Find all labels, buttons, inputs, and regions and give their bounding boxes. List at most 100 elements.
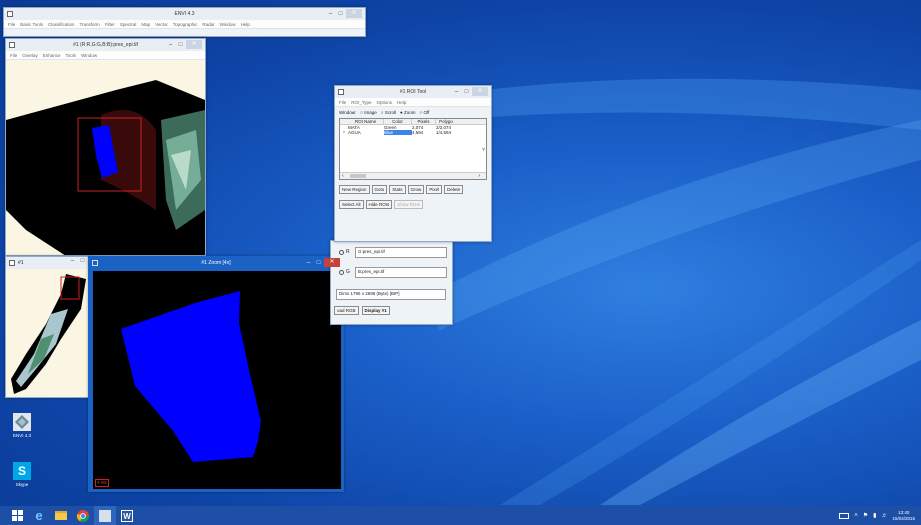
scroll-left-icon[interactable]: ‹ (342, 173, 344, 179)
menu-file[interactable]: File (8, 22, 15, 27)
windows-start-icon[interactable] (6, 506, 28, 525)
scroll-down-icon[interactable]: ˅ (482, 147, 485, 153)
delete-button[interactable]: Delete (444, 185, 464, 194)
roi-tool-window: #1 ROI Tool – □ ✕ File ROI_Type Options … (334, 85, 492, 242)
roi-buttons-row-2: Select All Hide ROIs Show ROIs (335, 194, 491, 209)
chevron-up-icon[interactable]: ˄ (854, 513, 858, 519)
clock[interactable]: 13:40 15/04/2015 (892, 510, 915, 522)
scroll-right-icon[interactable]: › (478, 173, 480, 179)
col-pixels: Pixels (412, 119, 436, 124)
chrome-icon[interactable] (72, 506, 94, 525)
scroll-window: #1 – □ (5, 256, 91, 398)
close-button[interactable]: ✕ (472, 87, 488, 96)
scroll-window-icon (9, 260, 15, 266)
menu-map[interactable]: Map (141, 22, 150, 27)
grow-button[interactable]: Grow (407, 185, 425, 194)
close-button[interactable]: ✕ (346, 9, 362, 18)
minimize-button[interactable]: – (326, 11, 335, 17)
menu-enhance[interactable]: Enhance (43, 53, 61, 58)
display-select-button[interactable]: Display #1 (361, 306, 390, 315)
menu-overlay[interactable]: Overlay (22, 53, 38, 58)
radio-image[interactable]: ○ Image (360, 110, 376, 115)
horizontal-scrollbar[interactable]: ‹ › (340, 172, 486, 179)
goto-button[interactable]: Goto (371, 185, 388, 194)
menu-filter[interactable]: Filter (105, 22, 115, 27)
window-label: Window: (339, 110, 357, 115)
radio-zoom[interactable]: ● Zoom (400, 110, 415, 115)
desktop-icon-envi[interactable]: ENVI 4.3 (9, 413, 35, 438)
maximize-button[interactable]: □ (336, 11, 345, 17)
minimize-button[interactable]: – (68, 258, 77, 264)
radio-r[interactable] (339, 249, 344, 255)
zoom-window: #1 Zoom [4x] – □ ✕ + ex (88, 256, 344, 492)
speaker-icon[interactable]: ♬ (881, 513, 887, 519)
minimize-button[interactable]: – (304, 260, 313, 266)
menu-file[interactable]: File (339, 100, 346, 105)
menu-radar[interactable]: Radar (202, 22, 214, 27)
skype-icon: S (13, 462, 31, 480)
maximize-button[interactable]: □ (176, 42, 185, 48)
band-r-field[interactable]: G:pres_epi.tif (355, 247, 447, 258)
keyboard-icon[interactable] (839, 512, 850, 519)
menu-options[interactable]: Options (377, 100, 393, 105)
minimize-button[interactable]: – (166, 42, 175, 48)
roi-pixels-cell: 4,594 (412, 130, 424, 135)
desktop-icon-label: Skype (15, 482, 29, 487)
radio-scroll[interactable]: ○ Scroll (381, 110, 396, 115)
menu-window[interactable]: Window (81, 53, 97, 58)
menu-transform[interactable]: Transform (79, 22, 99, 27)
new-region-button[interactable]: New Region (339, 185, 370, 194)
menu-vector[interactable]: Vector (155, 22, 168, 27)
pixel-button[interactable]: Pixel (426, 185, 443, 194)
envi-main-title: ENVI 4.3 (174, 11, 195, 17)
dims-value: 1796 x 2695 (Byte) [BIP] (350, 291, 400, 296)
menu-spectral[interactable]: Spectral (120, 22, 137, 27)
file-explorer-icon[interactable] (50, 506, 72, 525)
desktop-icon-label: ENVI 4.3 (12, 433, 31, 438)
image-window: #1 (R:R,G:G,B:B):pres_epi.tif – □ ✕ File… (5, 38, 206, 256)
menu-topographic[interactable]: Topographic (173, 22, 198, 27)
envi-main-menubar: File Basic Tools Classification Transfor… (4, 20, 365, 29)
roi-buttons-row-1: New Region Goto Stats Grow Pixel Delete (335, 180, 491, 194)
internet-explorer-icon[interactable]: e (28, 506, 50, 525)
band-g-field[interactable]: B:pres_epi.tif (355, 267, 447, 278)
word-icon[interactable]: W (116, 506, 138, 525)
window-radio-group: Window: ○ Image ○ Scroll ● Zoom ○ Off (335, 107, 491, 118)
radio-off[interactable]: ○ Off (419, 110, 429, 115)
image-canvas[interactable] (6, 60, 205, 256)
minimize-button[interactable]: – (452, 89, 461, 95)
taskbar: e W ˄ ⚑ ▮ ♬ 13:40 15/04/2015 (0, 506, 921, 525)
zoom-corner-tag: + ex (95, 479, 109, 487)
zoom-canvas[interactable]: + ex (93, 271, 341, 489)
network-icon[interactable]: ▮ (873, 512, 876, 519)
system-tray: ˄ ⚑ ▮ ♬ 13:40 15/04/2015 (839, 510, 915, 522)
radio-g[interactable] (339, 269, 344, 275)
desktop-icon-skype[interactable]: S Skype (9, 462, 35, 487)
active-row-marker: * (343, 130, 345, 135)
maximize-button[interactable]: □ (462, 89, 471, 95)
close-button[interactable]: ✕ (324, 258, 340, 267)
menu-tools[interactable]: Tools (66, 53, 77, 58)
maximize-button[interactable]: □ (78, 258, 87, 264)
close-button[interactable]: ✕ (186, 40, 202, 49)
flag-icon[interactable]: ⚑ (863, 512, 868, 519)
show-rois-button[interactable]: Show ROIs (394, 200, 424, 209)
load-rgb-button[interactable]: oad RGB (334, 306, 359, 315)
stats-button[interactable]: Stats (389, 185, 406, 194)
envi-taskbar-icon[interactable] (94, 506, 116, 525)
menu-roi-type[interactable]: ROI_Type (351, 100, 371, 105)
scrollbar-thumb[interactable] (350, 174, 366, 178)
menu-basic-tools[interactable]: Basic Tools (20, 22, 43, 27)
zoom-window-icon (92, 260, 98, 266)
menu-classification[interactable]: Classification (48, 22, 75, 27)
menu-file[interactable]: File (10, 53, 17, 58)
menu-window[interactable]: Window (220, 22, 236, 27)
table-row[interactable]: * AGUA Blue 4,594 1/4,594 (340, 130, 486, 135)
menu-help[interactable]: Help (397, 100, 406, 105)
hide-rois-button[interactable]: Hide ROIs (365, 200, 393, 209)
select-all-button[interactable]: Select All (339, 200, 364, 209)
menu-help[interactable]: Help (241, 22, 250, 27)
maximize-button[interactable]: □ (314, 260, 323, 266)
dims-prefix: Dims (339, 291, 350, 296)
scroll-canvas[interactable] (6, 269, 90, 397)
